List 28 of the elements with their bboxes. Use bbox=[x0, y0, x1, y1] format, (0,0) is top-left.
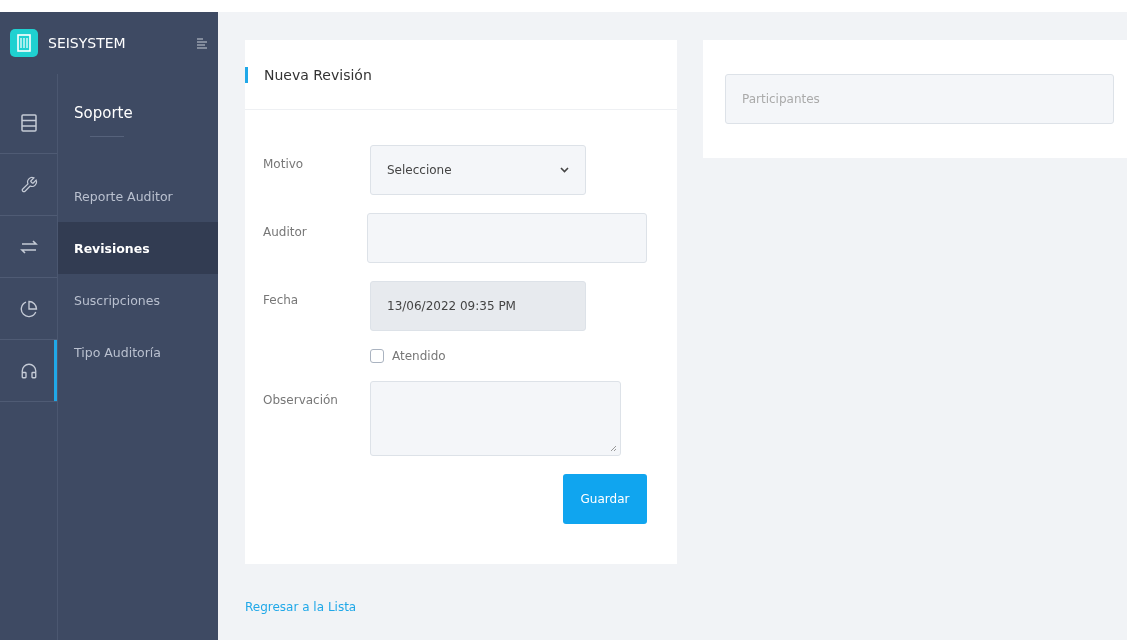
card-title: Nueva Revisión bbox=[245, 66, 372, 83]
field-label: Observación bbox=[263, 392, 339, 407]
menu-icon[interactable] bbox=[196, 37, 208, 49]
resize-grip-icon bbox=[610, 445, 617, 452]
headset-icon bbox=[19, 361, 38, 380]
field-label: Motivo bbox=[263, 156, 305, 171]
field-label: Fecha bbox=[263, 292, 300, 307]
submenu-title: Soporte bbox=[58, 74, 218, 170]
wrench-icon bbox=[19, 175, 38, 194]
checkbox[interactable] bbox=[370, 349, 384, 363]
select-field[interactable]: Seleccione bbox=[370, 145, 586, 195]
submenu-item[interactable]: Revisiones bbox=[58, 222, 218, 274]
submenu-item[interactable]: Tipo Auditoría bbox=[58, 326, 218, 378]
save-button[interactable]: Guardar bbox=[563, 474, 647, 524]
brand-name: SEISYSTEM bbox=[48, 35, 127, 51]
pie-chart-icon bbox=[19, 299, 38, 318]
checkbox-label: Atendido bbox=[392, 349, 446, 363]
field-label: Auditor bbox=[263, 224, 308, 239]
swap-arrows-icon bbox=[19, 238, 38, 255]
submenu-item[interactable]: Suscripciones bbox=[58, 274, 218, 326]
input-field[interactable] bbox=[367, 213, 647, 263]
submenu-item[interactable]: Reporte Auditor bbox=[58, 170, 218, 222]
building-logo-icon bbox=[10, 29, 38, 57]
participants-field[interactable]: Participantes bbox=[725, 74, 1114, 124]
textarea-field[interactable] bbox=[370, 381, 621, 456]
rail-item[interactable] bbox=[0, 340, 57, 402]
server-icon bbox=[20, 113, 37, 132]
chevron-down-icon bbox=[560, 167, 569, 173]
